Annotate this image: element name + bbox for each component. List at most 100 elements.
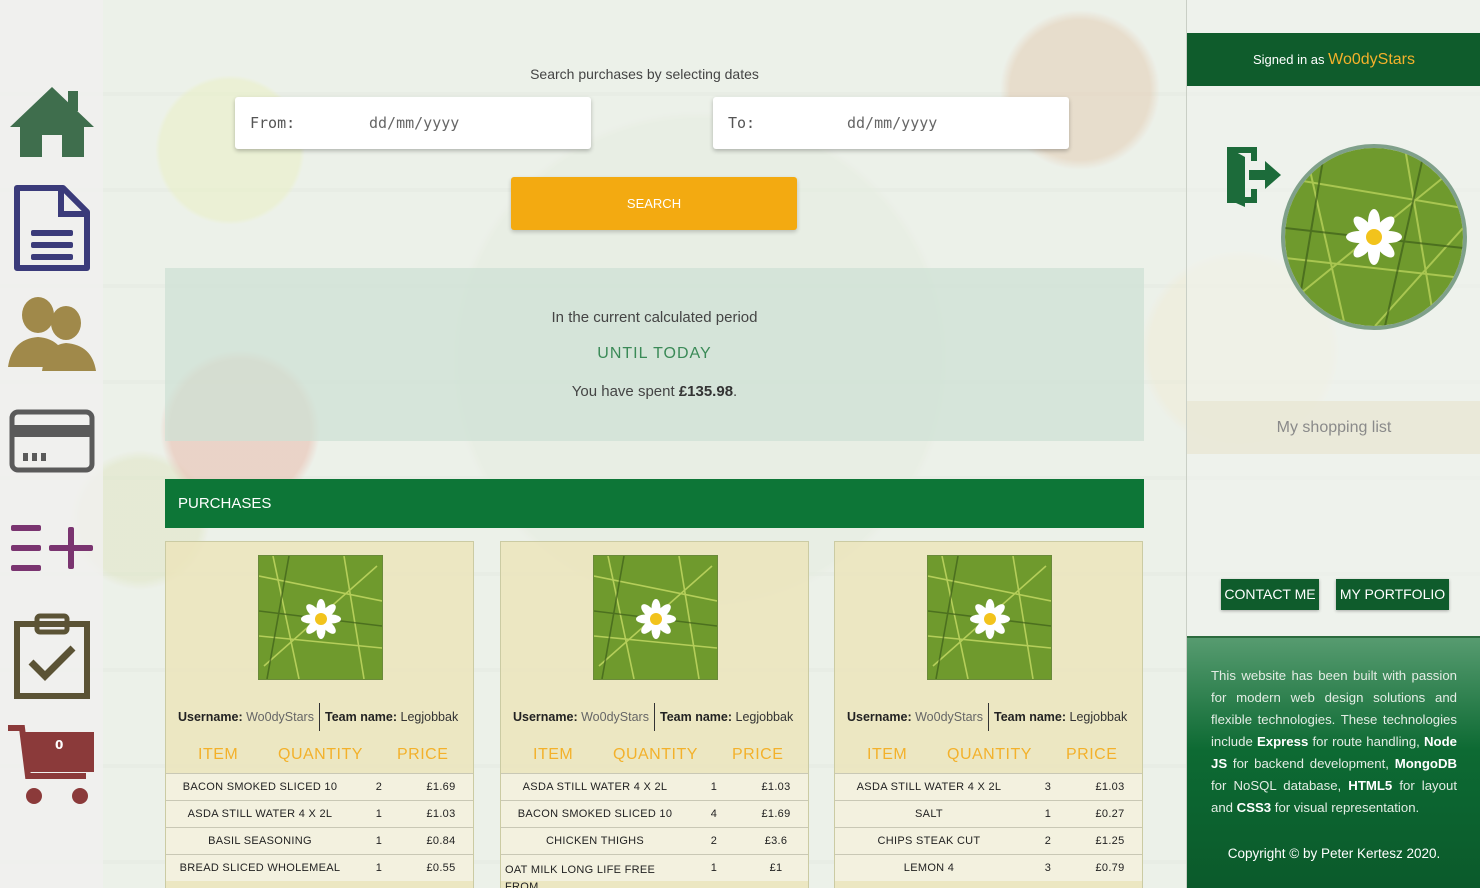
col-item-header: ITEM [198, 746, 239, 763]
signed-in-bar: Signed in as Wo0dyStars [1187, 33, 1480, 86]
purchase-row: ASDA STILL WATER 4 X 2L 1 £1.03 [501, 773, 808, 800]
item-quantity: 1 [710, 862, 718, 874]
purchase-row: ASDA STILL WATER 4 X 2L 3 £1.03 [835, 773, 1142, 800]
item-price: £0.84 [426, 835, 456, 847]
item-quantity: 4 [710, 808, 718, 820]
user-avatar[interactable] [1281, 144, 1467, 330]
card-user-info: Username: Wo0dyStars Team name: Legjobba… [166, 703, 473, 731]
item-price: £1.03 [1095, 781, 1125, 793]
cart-count-badge: 0 [55, 738, 64, 752]
purchase-row: CHIPS STEAK CUT 2 £1.25 [835, 827, 1142, 854]
item-name: SALT [915, 808, 943, 820]
item-quantity: 1 [375, 835, 383, 847]
card-user-info: Username: Wo0dyStars Team name: Legjobba… [501, 703, 808, 731]
nav-cart[interactable] [0, 722, 103, 808]
contact-me-button[interactable]: CONTACT ME [1221, 579, 1319, 610]
logout-button[interactable] [1223, 143, 1283, 212]
card-team: Legjobbak [400, 710, 459, 724]
item-quantity: 3 [1044, 781, 1052, 793]
nav-documents[interactable] [0, 184, 103, 272]
purchase-row: SALT 1 £0.27 [835, 800, 1142, 827]
right-panel: Signed in as Wo0dyStars My shopping list… [1186, 0, 1480, 888]
item-quantity: 1 [375, 862, 383, 874]
item-quantity: 1 [1044, 808, 1052, 820]
item-name: ASDA STILL WATER 4 X 2L [856, 781, 1002, 793]
logout-icon [1227, 147, 1281, 207]
purchase-row: BACON SMOKED SLICED 10 4 £1.69 [501, 800, 808, 827]
item-quantity: 2 [1044, 835, 1052, 847]
divider [319, 703, 320, 731]
cart-icon [7, 725, 94, 804]
item-price: £1.03 [761, 781, 791, 793]
left-nav: 0 [0, 0, 103, 888]
item-name: OAT MILK LONG LIFE FREE FROM [505, 864, 656, 888]
col-item-header: ITEM [867, 746, 908, 763]
add-list-icon [10, 525, 93, 571]
to-label: To: [728, 114, 756, 132]
item-quantity: 2 [375, 781, 383, 793]
item-price: £1.69 [761, 808, 791, 820]
purchase-card: Username: Wo0dyStars Team name: Legjobba… [500, 541, 809, 888]
main-content: Search purchases by selecting dates From… [103, 0, 1186, 888]
summary-period-text: In the current calculated period [551, 309, 758, 326]
item-price: £1.25 [1095, 835, 1125, 847]
card-table-header: ITEM QUANTITY PRICE [835, 746, 1142, 770]
purchase-row: OAT MILK LONG LIFE FREE FROM 1 £1 [501, 854, 808, 888]
daisy-image [928, 556, 1051, 679]
purchase-row: CHICKEN THIGHS 2 £3.6 [501, 827, 808, 854]
col-price-header: PRICE [1066, 746, 1118, 763]
spending-summary: In the current calculated period UNTIL T… [165, 268, 1144, 441]
card-username: Wo0dyStars [915, 710, 983, 724]
from-date-input[interactable]: From: dd/mm/yyyy [235, 97, 591, 149]
home-icon [9, 87, 94, 157]
col-item-header: ITEM [533, 746, 574, 763]
item-price: £0.55 [426, 862, 456, 874]
footer-description: This website has been built with passion… [1211, 668, 1457, 815]
search-button[interactable]: SEARCH [511, 177, 797, 230]
col-quantity-header: QUANTITY [947, 746, 1032, 763]
purchase-card: Username: Wo0dyStars Team name: Legjobba… [165, 541, 474, 888]
item-name: ASDA STILL WATER 4 X 2L [522, 781, 668, 793]
spent-amount: £135.98 [678, 383, 734, 400]
nav-team[interactable] [0, 294, 103, 374]
card-user-info: Username: Wo0dyStars Team name: Legjobba… [835, 703, 1142, 731]
daisy-image [1285, 148, 1463, 326]
purchase-row: ASDA STILL WATER 4 X 2L 1 £1.03 [166, 800, 473, 827]
item-name: BREAD SLICED WHOLEMEAL [179, 862, 341, 874]
shopping-list-link[interactable]: My shopping list [1187, 401, 1480, 454]
item-price: £0.27 [1095, 808, 1125, 820]
divider [988, 703, 989, 731]
purchase-image [258, 555, 383, 680]
item-price: £1.69 [426, 781, 456, 793]
from-date-placeholder: dd/mm/yyyy [369, 114, 460, 132]
daisy-image [594, 556, 717, 679]
to-date-input[interactable]: To: dd/mm/yyyy [713, 97, 1069, 149]
item-name: BASIL SEASONING [208, 835, 312, 847]
from-label: From: [250, 114, 296, 132]
divider [654, 703, 655, 731]
item-name: CHICKEN THIGHS [545, 835, 645, 847]
purchase-row: LEMON 4 3 £0.79 [835, 854, 1142, 881]
purchase-row: BASIL SEASONING 1 £0.84 [166, 827, 473, 854]
item-name: CHIPS STEAK CUT [877, 835, 981, 847]
footer: This website has been built with passion… [1187, 636, 1480, 888]
signed-in-username: Wo0dyStars [1328, 51, 1416, 68]
credit-card-icon [9, 409, 94, 473]
nav-home[interactable] [0, 84, 103, 160]
item-price: £1.03 [426, 808, 456, 820]
purchase-image [593, 555, 718, 680]
item-quantity: 3 [1044, 862, 1052, 874]
clipboard-check-icon [13, 613, 90, 699]
my-portfolio-button[interactable]: MY PORTFOLIO [1336, 579, 1449, 610]
item-name: BACON SMOKED SLICED 10 [517, 808, 673, 820]
item-name: LEMON 4 [903, 862, 955, 874]
nav-payments[interactable] [0, 408, 103, 474]
col-quantity-header: QUANTITY [613, 746, 698, 763]
document-icon [13, 185, 90, 271]
summary-period-value: UNTIL TODAY [597, 345, 712, 362]
item-price: £1 [769, 862, 783, 874]
card-team: Legjobbak [735, 710, 794, 724]
nav-add-list[interactable] [0, 520, 103, 576]
purchase-row: BACON SMOKED SLICED 10 2 £1.69 [166, 773, 473, 800]
nav-tasks[interactable] [0, 612, 103, 700]
